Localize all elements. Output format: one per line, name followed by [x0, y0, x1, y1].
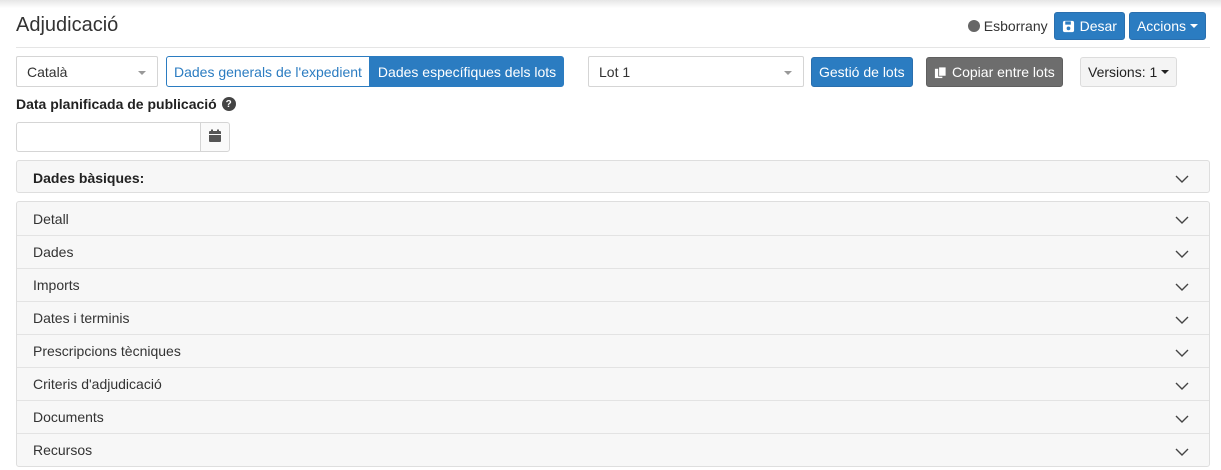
section-data[interactable]: Dades: [17, 235, 1209, 268]
section-award-criteria[interactable]: Criteris d'adjudicació: [17, 367, 1209, 400]
basic-data-title: Dades bàsiques:: [33, 169, 145, 186]
calendar-button[interactable]: [200, 122, 230, 152]
help-icon[interactable]: ?: [221, 97, 236, 111]
caret-down-icon: [1161, 70, 1170, 74]
chevron-down-icon: [1175, 411, 1189, 427]
chevron-down-icon: [784, 71, 792, 75]
section-label: Criteris d'adjudicació: [33, 376, 162, 392]
section-label: Imports: [33, 277, 80, 293]
save-button-label: Desar: [1079, 18, 1117, 34]
basic-data-header[interactable]: Dades bàsiques:: [17, 161, 1209, 194]
section-dates-deadlines[interactable]: Dates i terminis: [17, 301, 1209, 334]
copy-between-lots-button[interactable]: Copiar entre lots: [926, 57, 1063, 87]
section-label: Dades: [33, 244, 74, 260]
versions-dropdown-button[interactable]: Versions: 1: [1080, 57, 1178, 87]
chevron-down-icon: [1175, 378, 1189, 394]
copy-between-lots-label: Copiar entre lots: [952, 64, 1055, 80]
section-appeals[interactable]: Recursos: [17, 433, 1209, 466]
chevron-down-icon: [1175, 345, 1189, 361]
chevron-down-icon: [1175, 212, 1189, 228]
tab-specific-label: Dades específiques dels lots: [377, 63, 557, 80]
toolbar: Català Dades generals de l'expedient Dad…: [16, 56, 1210, 87]
header-actions: Esborrany Desar Accions: [967, 12, 1206, 40]
section-documents[interactable]: Documents: [17, 400, 1209, 433]
chevron-down-icon: [138, 71, 146, 75]
section-amounts[interactable]: Imports: [17, 268, 1209, 301]
section-detail[interactable]: Detall: [17, 202, 1209, 235]
page-header: Adjudicació Esborrany Desar Accions: [16, 12, 1210, 48]
top-shadow: [0, 0, 1221, 8]
section-label: Recursos: [33, 442, 93, 458]
manage-lots-label: Gestió de lots: [819, 64, 905, 80]
status-indicator: Esborrany: [967, 18, 1048, 34]
actions-button-label: Accions: [1136, 18, 1186, 34]
publication-date-label-text: Data planificada de publicació: [16, 96, 217, 112]
status-label: Esborrany: [983, 18, 1048, 34]
section-label: Detall: [33, 210, 69, 227]
lot-select[interactable]: Lot 1: [588, 56, 804, 87]
view-tabs: Dades generals de l'expedient Dades espe…: [166, 56, 565, 87]
publication-date-label: Data planificada de publicació ?: [16, 96, 236, 112]
tab-lot-specific-data[interactable]: Dades específiques dels lots: [369, 56, 565, 87]
section-label: Dates i terminis: [33, 310, 130, 326]
section-label: Documents: [33, 409, 104, 425]
basic-data-panel: Dades bàsiques:: [16, 160, 1210, 193]
chevron-down-icon: [1175, 279, 1189, 295]
language-select[interactable]: Català: [16, 56, 158, 87]
floppy-disk-icon: [1062, 20, 1075, 33]
copy-icon: [934, 65, 947, 79]
caret-down-icon: [1190, 24, 1198, 28]
tab-general-data[interactable]: Dades generals de l'expedient: [166, 56, 370, 87]
section-label: Prescripcions tècniques: [33, 343, 181, 359]
manage-lots-button[interactable]: Gestió de lots: [811, 57, 913, 87]
lot-select-value: Lot 1: [599, 63, 631, 80]
tab-general-label: Dades generals de l'expedient: [174, 63, 362, 80]
actions-dropdown-button[interactable]: Accions: [1128, 12, 1206, 40]
chevron-down-icon: [1175, 171, 1189, 187]
save-button[interactable]: Desar: [1053, 12, 1125, 40]
status-dot-icon: [967, 20, 980, 32]
publication-date-field: [16, 122, 230, 152]
calendar-icon: [208, 129, 222, 146]
versions-label: Versions: 1: [1088, 64, 1158, 80]
chevron-down-icon: [1175, 312, 1189, 328]
chevron-down-icon: [1175, 444, 1189, 460]
page-title: Adjudicació: [16, 14, 119, 36]
language-select-value: Català: [27, 63, 68, 80]
section-technical-specs[interactable]: Prescripcions tècniques: [17, 334, 1209, 367]
sections-accordion: Detall Dades Imports Dates i terminis Pr…: [16, 201, 1210, 467]
chevron-down-icon: [1175, 246, 1189, 262]
publication-date-input[interactable]: [16, 122, 200, 152]
